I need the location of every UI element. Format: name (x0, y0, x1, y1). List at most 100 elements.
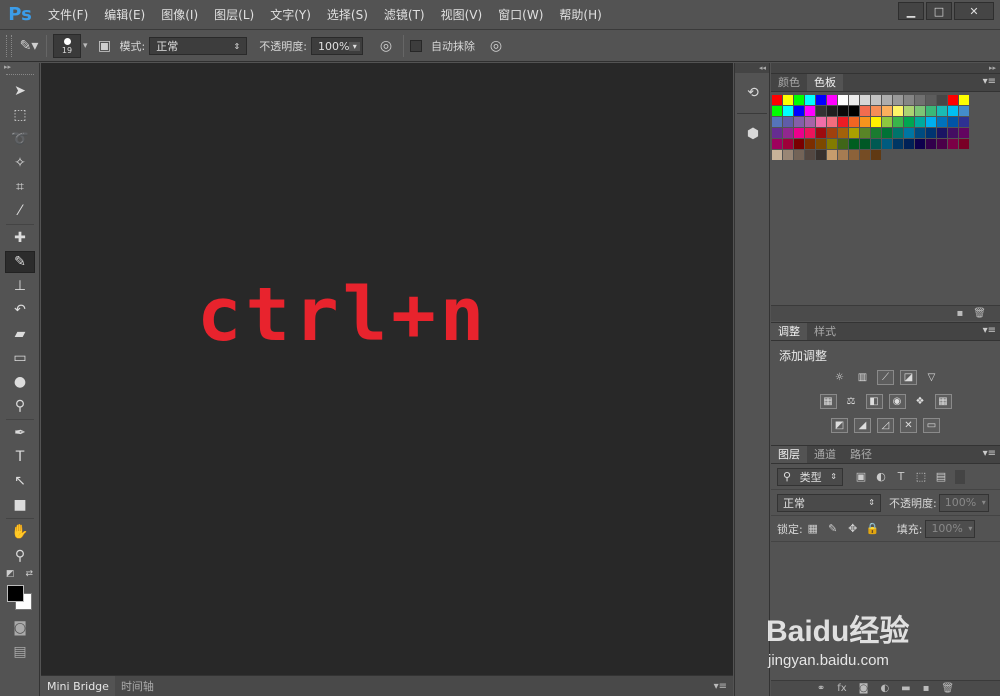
color-swatch[interactable] (937, 139, 947, 149)
color-swatch[interactable] (882, 117, 892, 127)
menu-select[interactable]: 选择(S) (319, 0, 376, 30)
gradient-map-icon[interactable]: ▭ (923, 418, 940, 433)
color-swatch[interactable] (860, 150, 870, 160)
color-swatch[interactable] (926, 95, 936, 105)
3d-panel-icon[interactable]: ⬢ (737, 120, 769, 148)
chevron-down-icon[interactable]: ▾ (968, 524, 972, 533)
color-swatch[interactable] (772, 95, 782, 105)
new-group-icon[interactable]: ▬ (901, 683, 910, 694)
blend-mode-select[interactable]: 正常 ⇕ (777, 493, 881, 512)
color-swatch[interactable] (860, 95, 870, 105)
pencil-tool-preset-icon[interactable]: ✎▾ (18, 35, 40, 57)
auto-erase-checkbox[interactable] (409, 40, 422, 52)
lasso-tool-icon[interactable]: ➰ (5, 128, 35, 150)
minimize-button[interactable]: ▁ (898, 2, 924, 20)
color-swatch[interactable] (849, 106, 859, 116)
fill-field[interactable]: 100% ▾ (925, 519, 976, 538)
color-swatch[interactable] (838, 139, 848, 149)
color-swatch[interactable] (948, 139, 958, 149)
color-swatch[interactable] (893, 95, 903, 105)
color-swatch[interactable] (838, 117, 848, 127)
brush-size-picker[interactable]: 19 (53, 34, 81, 58)
color-swatch[interactable] (948, 95, 958, 105)
color-swatch[interactable] (871, 95, 881, 105)
color-swatch[interactable] (860, 106, 870, 116)
menu-window[interactable]: 窗口(W) (490, 0, 551, 30)
tab-channels[interactable]: 通道 (807, 446, 843, 463)
type-tool-icon[interactable]: T (5, 446, 35, 468)
color-swatch[interactable] (805, 106, 815, 116)
chevron-down-icon[interactable]: ▾ (982, 498, 986, 507)
color-swatch[interactable] (959, 95, 969, 105)
posterize-icon[interactable]: ◢ (854, 418, 871, 433)
color-swatch[interactable] (871, 117, 881, 127)
color-swatch[interactable] (805, 95, 815, 105)
history-brush-tool-icon[interactable]: ↶ (5, 299, 35, 321)
filter-smart-object-icon[interactable]: ▤ (931, 470, 951, 483)
color-swatch[interactable] (816, 139, 826, 149)
color-swatch[interactable] (772, 106, 782, 116)
color-swatch[interactable] (805, 150, 815, 160)
panel-menu-icon[interactable]: ▾≡ (714, 681, 727, 692)
color-swatch[interactable] (794, 106, 804, 116)
color-swatch[interactable] (937, 128, 947, 138)
gradient-tool-icon[interactable]: ▭ (5, 347, 35, 369)
color-swatch[interactable] (904, 128, 914, 138)
color-swatch[interactable] (959, 139, 969, 149)
move-tool-icon[interactable]: ➤ (5, 80, 35, 102)
color-swatch[interactable] (882, 128, 892, 138)
foreground-color[interactable] (7, 585, 24, 602)
toolbox-grip[interactable] (6, 74, 34, 77)
color-swatch[interactable] (816, 150, 826, 160)
color-swatch[interactable] (948, 128, 958, 138)
color-swatch[interactable] (783, 139, 793, 149)
color-swatch[interactable] (772, 139, 782, 149)
lock-pixels-icon[interactable]: ✎ (823, 522, 843, 535)
layer-style-icon[interactable]: fx (837, 683, 846, 694)
color-swatch[interactable] (827, 95, 837, 105)
menu-edit[interactable]: 编辑(E) (96, 0, 153, 30)
color-swatch[interactable] (816, 95, 826, 105)
color-swatch[interactable] (794, 150, 804, 160)
panel-menu-icon[interactable]: ▾≡ (983, 76, 996, 87)
color-swatch[interactable] (915, 106, 925, 116)
tab-swatches[interactable]: 色板 (807, 74, 843, 91)
color-swatch[interactable] (893, 117, 903, 127)
color-swatch[interactable] (893, 139, 903, 149)
mode-select[interactable]: 正常 ⇕ (149, 37, 248, 55)
lock-position-icon[interactable]: ✥ (843, 522, 863, 535)
menu-help[interactable]: 帮助(H) (551, 0, 609, 30)
quick-mask-icon[interactable]: ◙ (5, 617, 35, 639)
color-swatch[interactable] (783, 128, 793, 138)
color-lookup-icon[interactable]: ▦ (934, 394, 952, 409)
healing-brush-tool-icon[interactable]: ✚ (5, 227, 35, 249)
color-swatch[interactable] (882, 95, 892, 105)
pressure-size-icon[interactable]: ◎ (485, 35, 507, 57)
color-swatch[interactable] (827, 150, 837, 160)
tab-paths[interactable]: 路径 (843, 446, 879, 463)
color-swatch[interactable] (794, 139, 804, 149)
panel-menu-icon[interactable]: ▾≡ (983, 325, 996, 336)
color-swatch[interactable] (838, 106, 848, 116)
color-swatch[interactable] (871, 150, 881, 160)
lock-transparent-icon[interactable]: ▦ (803, 522, 823, 535)
color-swatch[interactable] (893, 128, 903, 138)
color-swatch[interactable] (849, 128, 859, 138)
color-swatch[interactable] (904, 139, 914, 149)
color-swatch[interactable] (827, 128, 837, 138)
color-swatch[interactable] (926, 117, 936, 127)
trash-icon[interactable]: 🗑 (941, 683, 954, 694)
default-colors-icon[interactable]: ◩ (6, 569, 15, 579)
color-swatch[interactable] (838, 150, 848, 160)
color-swatch[interactable] (871, 139, 881, 149)
menu-filter[interactable]: 滤镜(T) (376, 0, 433, 30)
color-swatch[interactable] (849, 117, 859, 127)
filter-type-icon[interactable]: T (891, 470, 911, 483)
color-swatch[interactable] (805, 117, 815, 127)
color-swatch[interactable] (882, 139, 892, 149)
photo-filter-icon[interactable]: ◉ (888, 394, 906, 409)
color-swatch[interactable] (904, 95, 914, 105)
color-swatch[interactable] (772, 128, 782, 138)
color-swatch[interactable] (783, 106, 793, 116)
color-swatch[interactable] (816, 128, 826, 138)
